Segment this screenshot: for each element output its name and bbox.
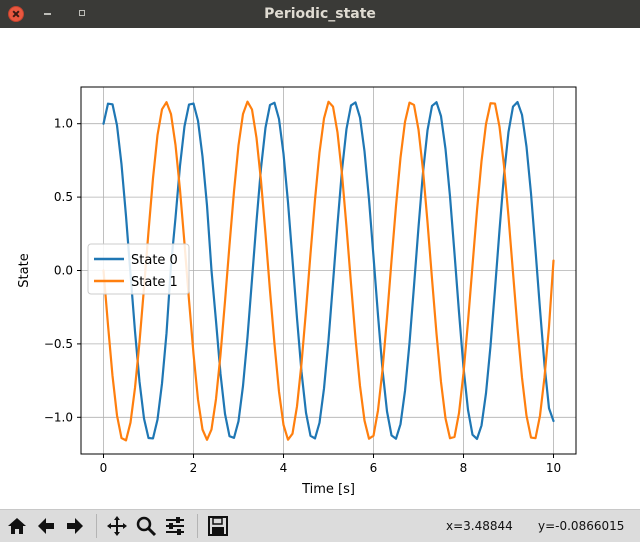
y-tick-label: 0.0 <box>54 264 73 278</box>
y-tick-label: 0.5 <box>54 190 73 204</box>
x-coordinate-readout: x=3.48844 <box>446 519 513 533</box>
x-tick-label: 6 <box>370 461 378 475</box>
y-tick-label: −1.0 <box>44 410 73 424</box>
x-tick-label: 10 <box>546 461 561 475</box>
toolbar-separator <box>197 514 198 538</box>
back-icon[interactable] <box>33 513 59 539</box>
window-titlebar: Periodic_state <box>0 0 640 28</box>
legend: State 0 State 1 <box>87 243 190 295</box>
x-tick-label: 4 <box>280 461 288 475</box>
line-chart[interactable]: 0 2 4 6 8 10 −1.0 −0.5 0.0 0.5 1.0 Time [s] State … <box>0 28 640 509</box>
forward-icon[interactable] <box>62 513 88 539</box>
toolbar-separator <box>96 514 97 538</box>
navigation-toolbar: x=3.48844 y=-0.0866015 <box>0 509 640 542</box>
zoom-icon[interactable] <box>133 513 159 539</box>
y-tick-label: −0.5 <box>44 337 73 351</box>
configure-subplots-icon[interactable] <box>162 513 188 539</box>
legend-label-state-1: State 1 <box>131 275 178 290</box>
save-icon[interactable] <box>205 513 231 539</box>
window-title: Periodic_state <box>264 6 376 22</box>
home-icon[interactable] <box>4 513 30 539</box>
x-axis-label: Time [s] <box>301 482 355 497</box>
legend-label-state-0: State 0 <box>131 253 178 268</box>
y-coordinate-readout: y=-0.0866015 <box>538 519 625 533</box>
figure-canvas[interactable]: 0 2 4 6 8 10 −1.0 −0.5 0.0 0.5 1.0 Time [s] State … <box>0 28 640 509</box>
y-axis-label: State <box>17 253 32 287</box>
pan-icon[interactable] <box>104 513 130 539</box>
x-tick-label: 2 <box>190 461 198 475</box>
x-tick-label: 0 <box>100 461 108 475</box>
y-tick-label: 1.0 <box>54 117 73 131</box>
x-tick-label: 8 <box>460 461 468 475</box>
